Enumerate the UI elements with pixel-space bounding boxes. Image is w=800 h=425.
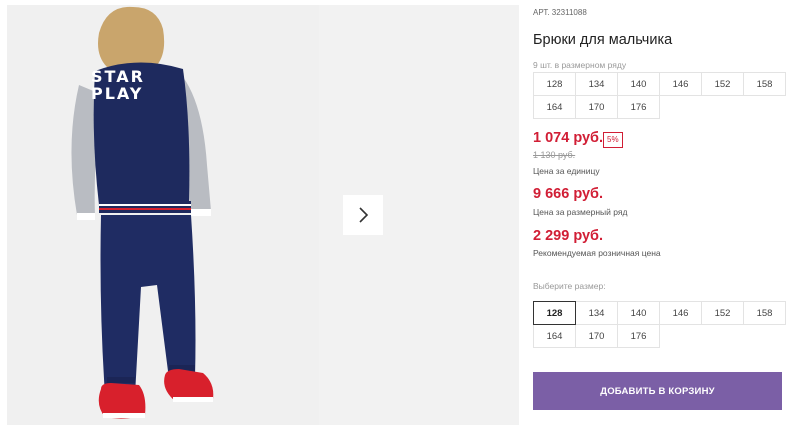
choose-size-label: Выберите размер: — [533, 281, 606, 291]
size-row-cell: 128 — [533, 72, 576, 96]
product-gallery: STAR PLAY — [7, 5, 519, 425]
size-row-cell: 146 — [659, 72, 702, 96]
size-option[interactable]: 158 — [743, 301, 786, 325]
chevron-right-icon — [359, 207, 369, 223]
old-price: 1 130 руб. — [533, 150, 576, 160]
size-row-cell: 152 — [701, 72, 744, 96]
jacket-print-line2: PLAY — [91, 84, 144, 103]
size-row-cell: 158 — [743, 72, 786, 96]
add-to-cart-button[interactable]: ДОБАВИТЬ В КОРЗИНУ — [533, 372, 782, 410]
size-option[interactable]: 140 — [617, 301, 660, 325]
discount-badge: 5% — [603, 132, 623, 148]
size-option[interactable]: 152 — [701, 301, 744, 325]
article-number: 32311088 — [551, 8, 587, 17]
article-label: АРТ. — [533, 8, 550, 17]
size-option[interactable]: 146 — [659, 301, 702, 325]
size-option[interactable]: 164 — [533, 324, 576, 348]
size-row-cell: 164 — [533, 95, 576, 119]
retail-price: 2 299 руб. — [533, 228, 604, 244]
size-option[interactable]: 176 — [617, 324, 660, 348]
row-price: 9 666 руб. — [533, 186, 604, 202]
size-row-cell: 140 — [617, 72, 660, 96]
size-option-selected[interactable]: 128 — [533, 301, 576, 325]
size-option[interactable]: 170 — [575, 324, 618, 348]
product-title: Брюки для мальчика — [533, 32, 673, 48]
size-row-cell: 134 — [575, 72, 618, 96]
row-price-note: Цена за размерный ряд — [533, 207, 628, 217]
size-option[interactable]: 134 — [575, 301, 618, 325]
retail-price-note: Рекомендуемая розничная цена — [533, 248, 661, 258]
row-count-text: 9 шт. в размерном ряду — [533, 60, 627, 70]
size-picker: 128 134 140 146 152 158 164 170 176 — [533, 301, 786, 348]
next-image-button[interactable] — [343, 195, 383, 235]
unit-price-note: Цена за единицу — [533, 166, 600, 176]
size-row-cell: 170 — [575, 95, 618, 119]
unit-price: 1 074 руб. — [533, 130, 604, 146]
size-row-cell: 176 — [617, 95, 660, 119]
size-row-grid: 128 134 140 146 152 158 164 170 176 — [533, 72, 786, 119]
jacket-print-line1: STAR — [91, 67, 145, 86]
article-line: АРТ. 32311088 — [533, 8, 587, 17]
